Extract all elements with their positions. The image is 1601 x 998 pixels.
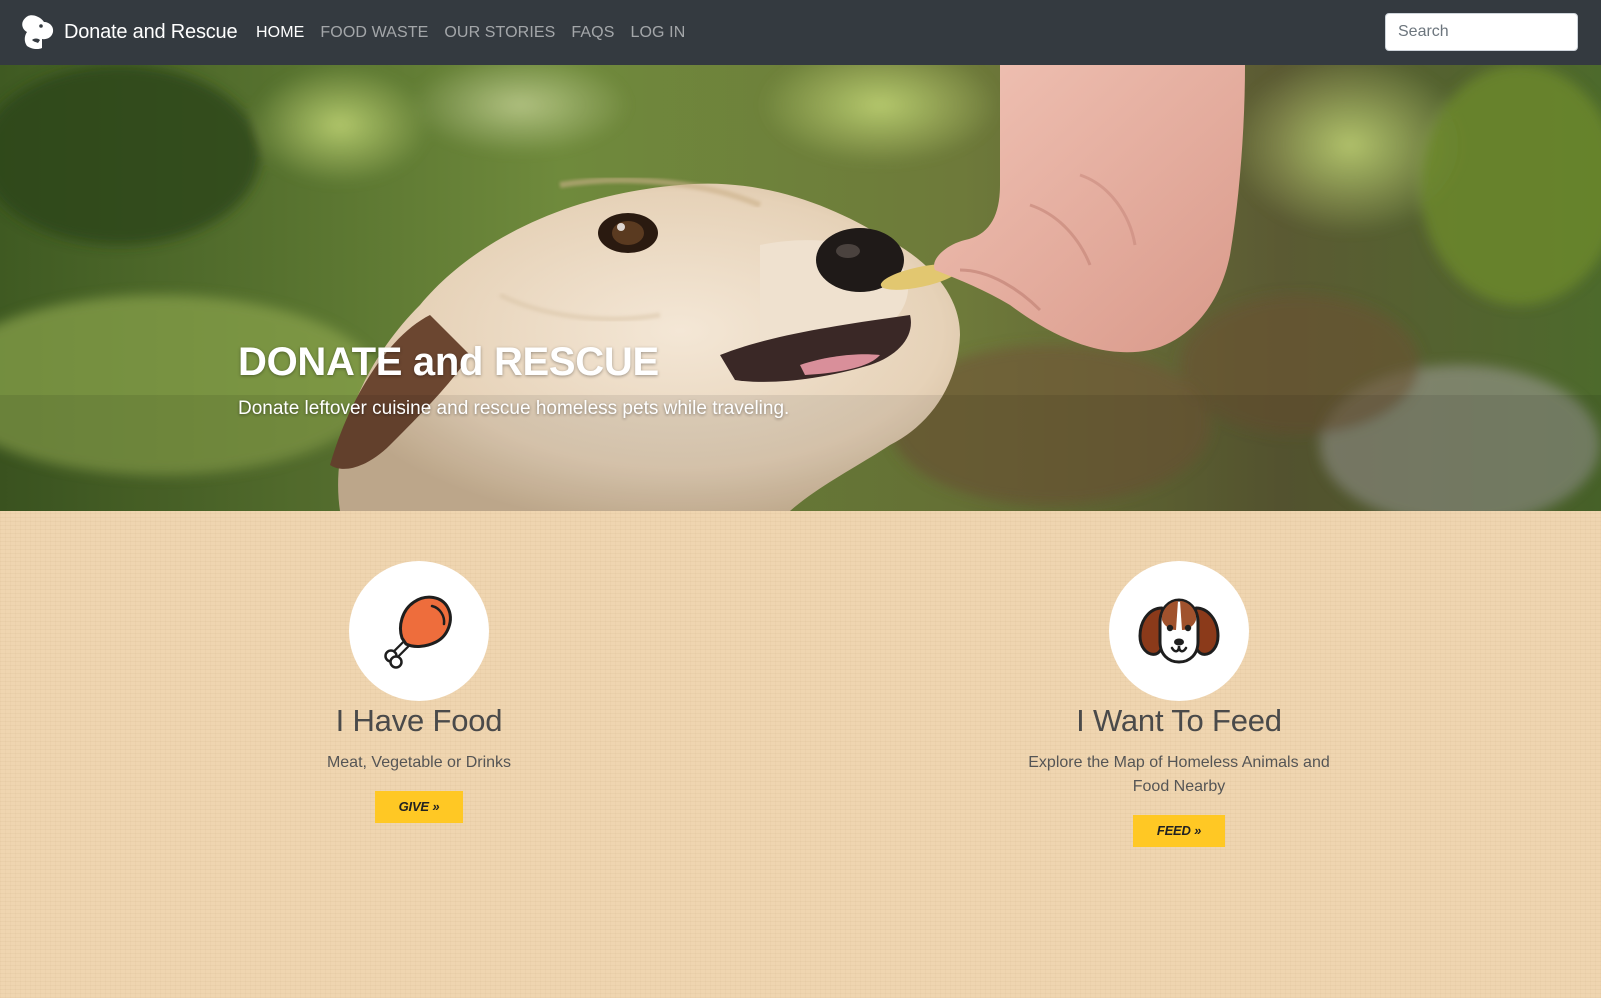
search-input[interactable] bbox=[1385, 13, 1578, 51]
nav-our-stories[interactable]: OUR STORIES bbox=[444, 24, 555, 41]
icon-circle bbox=[1109, 561, 1249, 701]
brand-text: Donate and Rescue bbox=[64, 20, 238, 43]
give-button[interactable]: GIVE » bbox=[374, 791, 464, 823]
icon-circle bbox=[349, 561, 489, 701]
dog-logo-icon bbox=[22, 15, 54, 50]
brand-link[interactable]: Donate and Rescue bbox=[18, 10, 238, 54]
nav-faqs[interactable]: FAQS bbox=[571, 24, 614, 41]
card-text: Explore the Map of Homeless Animals and … bbox=[1028, 754, 1330, 795]
card-title: I Want To Feed bbox=[1076, 703, 1282, 738]
dog-eating-photo bbox=[0, 65, 1601, 511]
want-to-feed-card: I Want To Feed Explore the Map of Homele… bbox=[999, 561, 1359, 847]
feed-button[interactable]: FEED » bbox=[1132, 815, 1226, 847]
navbar: Donate and Rescue HOME FOOD WASTE OUR ST… bbox=[0, 0, 1601, 65]
hero-subtitle: Donate leftover cuisine and rescue homel… bbox=[238, 398, 790, 419]
nav-food-waste[interactable]: FOOD WASTE bbox=[320, 24, 428, 41]
have-food-card: I Have Food Meat, Vegetable or Drinks GI… bbox=[239, 561, 599, 823]
hero-banner: DONATE and RESCUE Donate leftover cuisin… bbox=[0, 65, 1601, 511]
puppy-face-icon bbox=[1138, 598, 1220, 664]
content-section: I Have Food Meat, Vegetable or Drinks GI… bbox=[0, 511, 1601, 998]
nav-log-in[interactable]: LOG IN bbox=[631, 24, 686, 41]
card-title: I Have Food bbox=[335, 703, 503, 738]
hero-title: DONATE and RESCUE bbox=[238, 340, 659, 384]
nav-home[interactable]: HOME bbox=[256, 24, 304, 41]
card-text: Meat, Vegetable or Drinks bbox=[326, 754, 512, 771]
chicken-leg-icon bbox=[384, 595, 452, 669]
nav-links: HOME FOOD WASTE OUR STORIES FAQS LOG IN bbox=[256, 0, 701, 65]
